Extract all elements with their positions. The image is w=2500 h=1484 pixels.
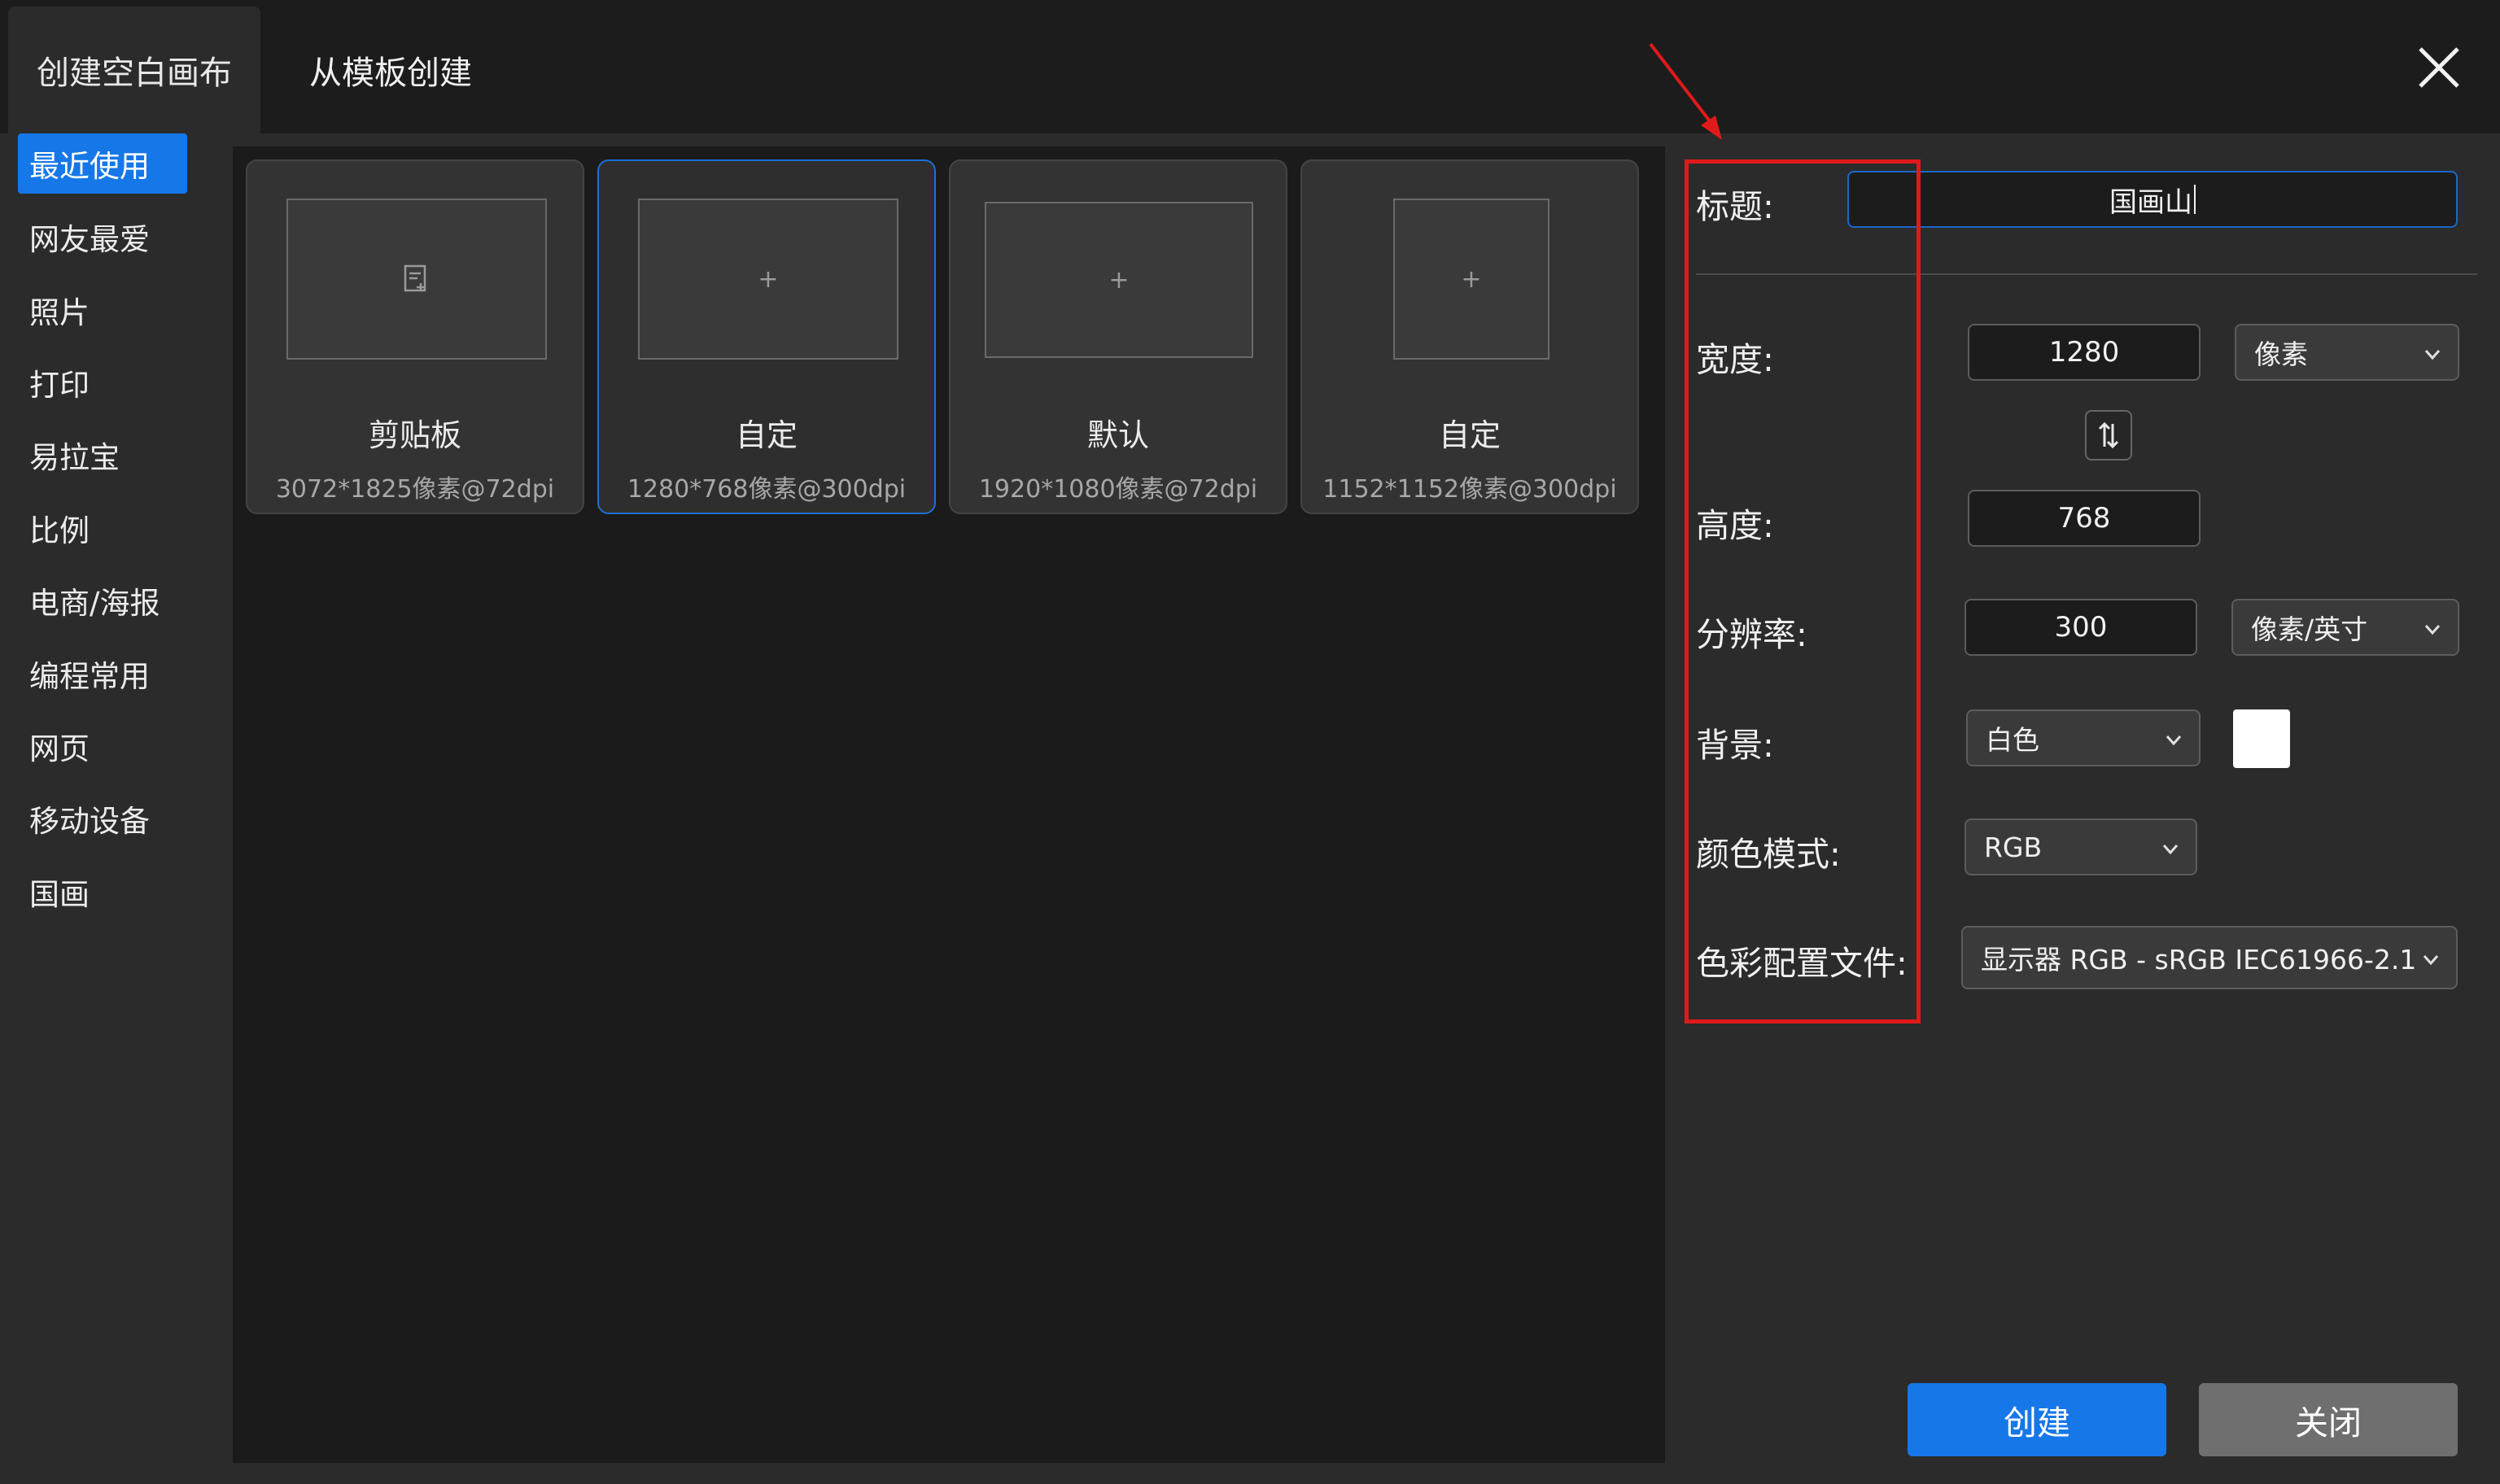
height-input[interactable]: 768: [1968, 490, 2201, 547]
chevron-down-icon: [2424, 625, 2441, 635]
preset-grid: 剪贴板 3072*1825像素@72dpi + 自定 1280*768像素@30…: [233, 146, 1665, 1463]
resolution-label: 分辨率:: [1696, 615, 1807, 654]
chevron-down-icon: [2166, 735, 2182, 746]
sidebar-item-chinese-painting[interactable]: 国画: [18, 862, 187, 922]
preset-size: 3072*1825像素@72dpi: [275, 475, 555, 504]
sidebar-item-ratio[interactable]: 比例: [18, 498, 187, 558]
tab-from-template[interactable]: 从模板创建: [269, 7, 513, 133]
background-value: 白色: [1986, 724, 2039, 756]
category-sidebar: 最近使用 网友最爱 照片 打印 易拉宝 比例 电商/海报 编程常用 网页 移动设…: [8, 133, 232, 1476]
preset-title: 自定: [1438, 417, 1501, 453]
sidebar-item-recent[interactable]: 最近使用: [18, 133, 187, 194]
chevron-down-icon: [2424, 350, 2441, 360]
color-mode-select[interactable]: RGB: [1965, 818, 2197, 875]
tab-create-blank[interactable]: 创建空白画布: [8, 7, 260, 133]
width-input[interactable]: 1280: [1968, 324, 2201, 381]
text-caret: [2194, 185, 2196, 214]
new-canvas-dialog: 创建空白画布 从模板创建 最近使用 网友最爱 照片 打印 易拉宝 比例 电商/海…: [0, 0, 2500, 1484]
resolution-unit-select[interactable]: 像素/英寸: [2231, 599, 2459, 656]
chevron-down-icon: [2423, 955, 2439, 966]
sidebar-item-rollup[interactable]: 易拉宝: [18, 425, 187, 485]
color-profile-label: 色彩配置文件:: [1696, 944, 1908, 983]
swap-icon: [2098, 421, 2119, 449]
sidebar-item-programming[interactable]: 编程常用: [18, 644, 187, 704]
background-color-swatch[interactable]: [2233, 709, 2290, 768]
sidebar-item-web[interactable]: 网页: [18, 716, 187, 776]
preset-card-custom-square[interactable]: + 自定 1152*1152像素@300dpi: [1300, 159, 1639, 514]
sidebar-item-print[interactable]: 打印: [18, 352, 187, 412]
create-button[interactable]: 创建: [1908, 1383, 2166, 1456]
sidebar-item-ecommerce[interactable]: 电商/海报: [18, 570, 187, 631]
plus-icon: +: [1393, 199, 1549, 360]
preset-title: 默认: [1086, 417, 1149, 453]
color-mode-value: RGB: [1984, 831, 2043, 863]
preset-card-custom[interactable]: + 自定 1280*768像素@300dpi: [597, 159, 936, 514]
sidebar-item-photo[interactable]: 照片: [18, 280, 187, 340]
title-value: 国画山: [2109, 186, 2192, 219]
preset-card-default[interactable]: + 默认 1920*1080像素@72dpi: [949, 159, 1287, 514]
plus-icon: +: [638, 199, 898, 360]
canvas-settings-form: 标题: 国画山 宽度: 1280 像素 高度: 768 分辨率: 300 像素/…: [1680, 146, 2493, 1481]
preset-size: 1920*1080像素@72dpi: [978, 475, 1258, 504]
divider: [1696, 273, 2477, 275]
dialog-header: 创建空白画布 从模板创建: [0, 0, 2500, 133]
preset-size: 1280*768像素@300dpi: [627, 475, 907, 504]
background-select[interactable]: 白色: [1966, 709, 2201, 766]
preset-card-clipboard[interactable]: 剪贴板 3072*1825像素@72dpi: [246, 159, 584, 514]
width-unit-value: 像素: [2254, 338, 2308, 370]
title-input[interactable]: 国画山: [1847, 171, 2458, 228]
clipboard-icon: [286, 199, 547, 360]
preset-title: 自定: [735, 417, 798, 453]
background-label: 背景:: [1696, 726, 1774, 765]
width-unit-select[interactable]: 像素: [2235, 324, 2459, 381]
color-profile-select[interactable]: 显示器 RGB - sRGB IEC61966-2.1: [1961, 926, 2458, 989]
resolution-input[interactable]: 300: [1965, 599, 2197, 656]
swap-dimensions-button[interactable]: [2085, 410, 2132, 460]
resolution-unit-value: 像素/英寸: [2251, 613, 2368, 645]
sidebar-item-mobile[interactable]: 移动设备: [18, 788, 187, 849]
title-label: 标题:: [1696, 187, 1774, 226]
preset-title: 剪贴板: [368, 417, 461, 453]
sidebar-item-favorites[interactable]: 网友最爱: [18, 207, 187, 267]
width-label: 宽度:: [1696, 340, 1774, 379]
color-mode-label: 颜色模式:: [1696, 835, 1841, 874]
color-profile-value: 显示器 RGB - sRGB IEC61966-2.1: [1981, 944, 2417, 976]
height-label: 高度:: [1696, 506, 1774, 545]
plus-icon: +: [985, 202, 1253, 358]
preset-size: 1152*1152像素@300dpi: [1322, 475, 1617, 504]
close-icon[interactable]: [2412, 41, 2466, 94]
chevron-down-icon: [2162, 845, 2179, 855]
close-button[interactable]: 关闭: [2199, 1383, 2458, 1456]
